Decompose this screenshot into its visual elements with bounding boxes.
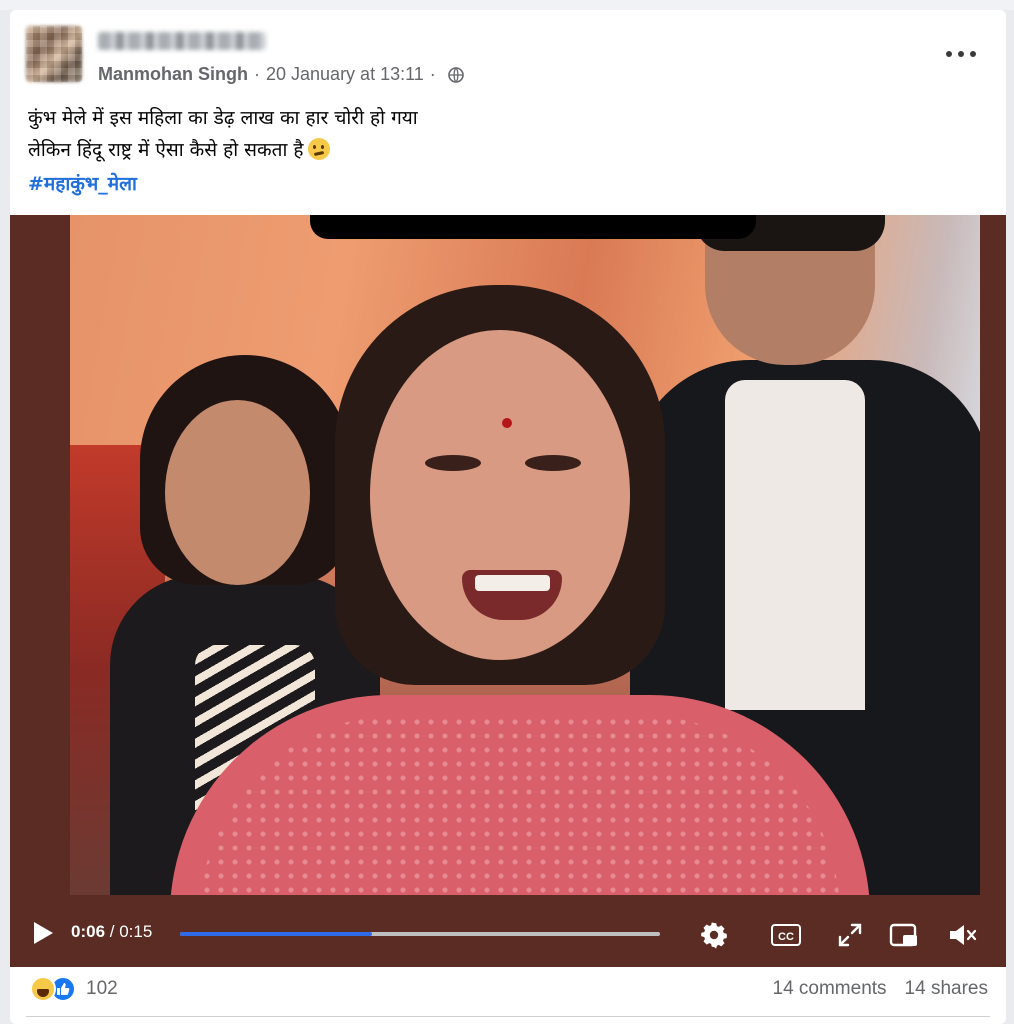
video-frame[interactable] xyxy=(70,215,980,895)
author-name[interactable]: Manmohan Singh xyxy=(98,64,248,85)
dot-icon xyxy=(970,51,976,57)
haha-reaction-icon xyxy=(30,976,56,1002)
center-woman-bindi xyxy=(502,418,512,428)
right-man-shirt xyxy=(725,380,865,710)
center-woman-eye xyxy=(425,455,481,471)
thinking-face-emoji-icon xyxy=(307,138,330,160)
meta-separator-2: · xyxy=(429,64,436,84)
video-controls: 0:06 / 0:15 CC xyxy=(10,905,1006,965)
shares-count-link[interactable]: 14 shares xyxy=(905,978,988,1000)
post-stats: 14 comments 14 shares xyxy=(773,978,989,1000)
avatar-pixelation xyxy=(26,26,82,82)
post-card: Manmohan Singh · 20 January at 13:11 · क… xyxy=(10,10,1006,1024)
dot-icon xyxy=(946,51,952,57)
blurred-page-name xyxy=(98,32,266,50)
post-meta: Manmohan Singh · 20 January at 13:11 · xyxy=(98,64,464,85)
progress-bar-fill xyxy=(180,932,372,936)
mute-icon[interactable] xyxy=(946,919,978,951)
video-player[interactable]: 0:06 / 0:15 CC xyxy=(10,215,1006,967)
phone-notch xyxy=(310,215,756,239)
reaction-summary[interactable]: 102 xyxy=(30,976,118,1002)
post-text-line-1: कुंभ मेले में इस महिला का डेढ़ लाख का हा… xyxy=(28,107,418,129)
closed-captions-icon[interactable]: CC xyxy=(770,919,802,951)
play-icon[interactable] xyxy=(32,921,54,945)
globe-icon xyxy=(447,66,464,83)
settings-gear-icon[interactable] xyxy=(698,919,730,951)
duration: 0:15 xyxy=(119,922,153,941)
thumbs-up-icon xyxy=(57,983,70,995)
time-separator: / xyxy=(105,922,120,941)
progress-bar[interactable] xyxy=(180,932,660,936)
left-woman-face xyxy=(165,400,310,585)
divider xyxy=(26,1016,990,1017)
meta-separator: · xyxy=(254,64,260,84)
svg-text:CC: CC xyxy=(778,931,794,943)
top-strip xyxy=(0,0,1014,10)
more-options-button[interactable] xyxy=(946,46,976,62)
hashtag-link[interactable]: #महाकुंभ_मेला xyxy=(28,170,137,196)
picture-in-picture-icon[interactable] xyxy=(888,919,920,951)
center-woman-eye xyxy=(525,455,581,471)
video-time: 0:06 / 0:15 xyxy=(71,922,152,942)
center-woman-teeth xyxy=(475,575,550,591)
reaction-count: 102 xyxy=(86,978,118,999)
post-text-line-2-text: लेकिन हिंदू राष्ट्र में ऐसा कैसे हो सकता… xyxy=(28,139,304,161)
fullscreen-icon[interactable] xyxy=(834,919,866,951)
dot-icon xyxy=(958,51,964,57)
post-text: कुंभ मेले में इस महिला का डेढ़ लाख का हा… xyxy=(28,102,418,166)
post-text-line-2: लेकिन हिंदू राष्ट्र में ऐसा कैसे हो सकता… xyxy=(28,134,418,166)
post-timestamp[interactable]: 20 January at 13:11 xyxy=(266,64,424,85)
comments-count-link[interactable]: 14 comments xyxy=(773,978,887,1000)
current-time: 0:06 xyxy=(71,922,106,941)
